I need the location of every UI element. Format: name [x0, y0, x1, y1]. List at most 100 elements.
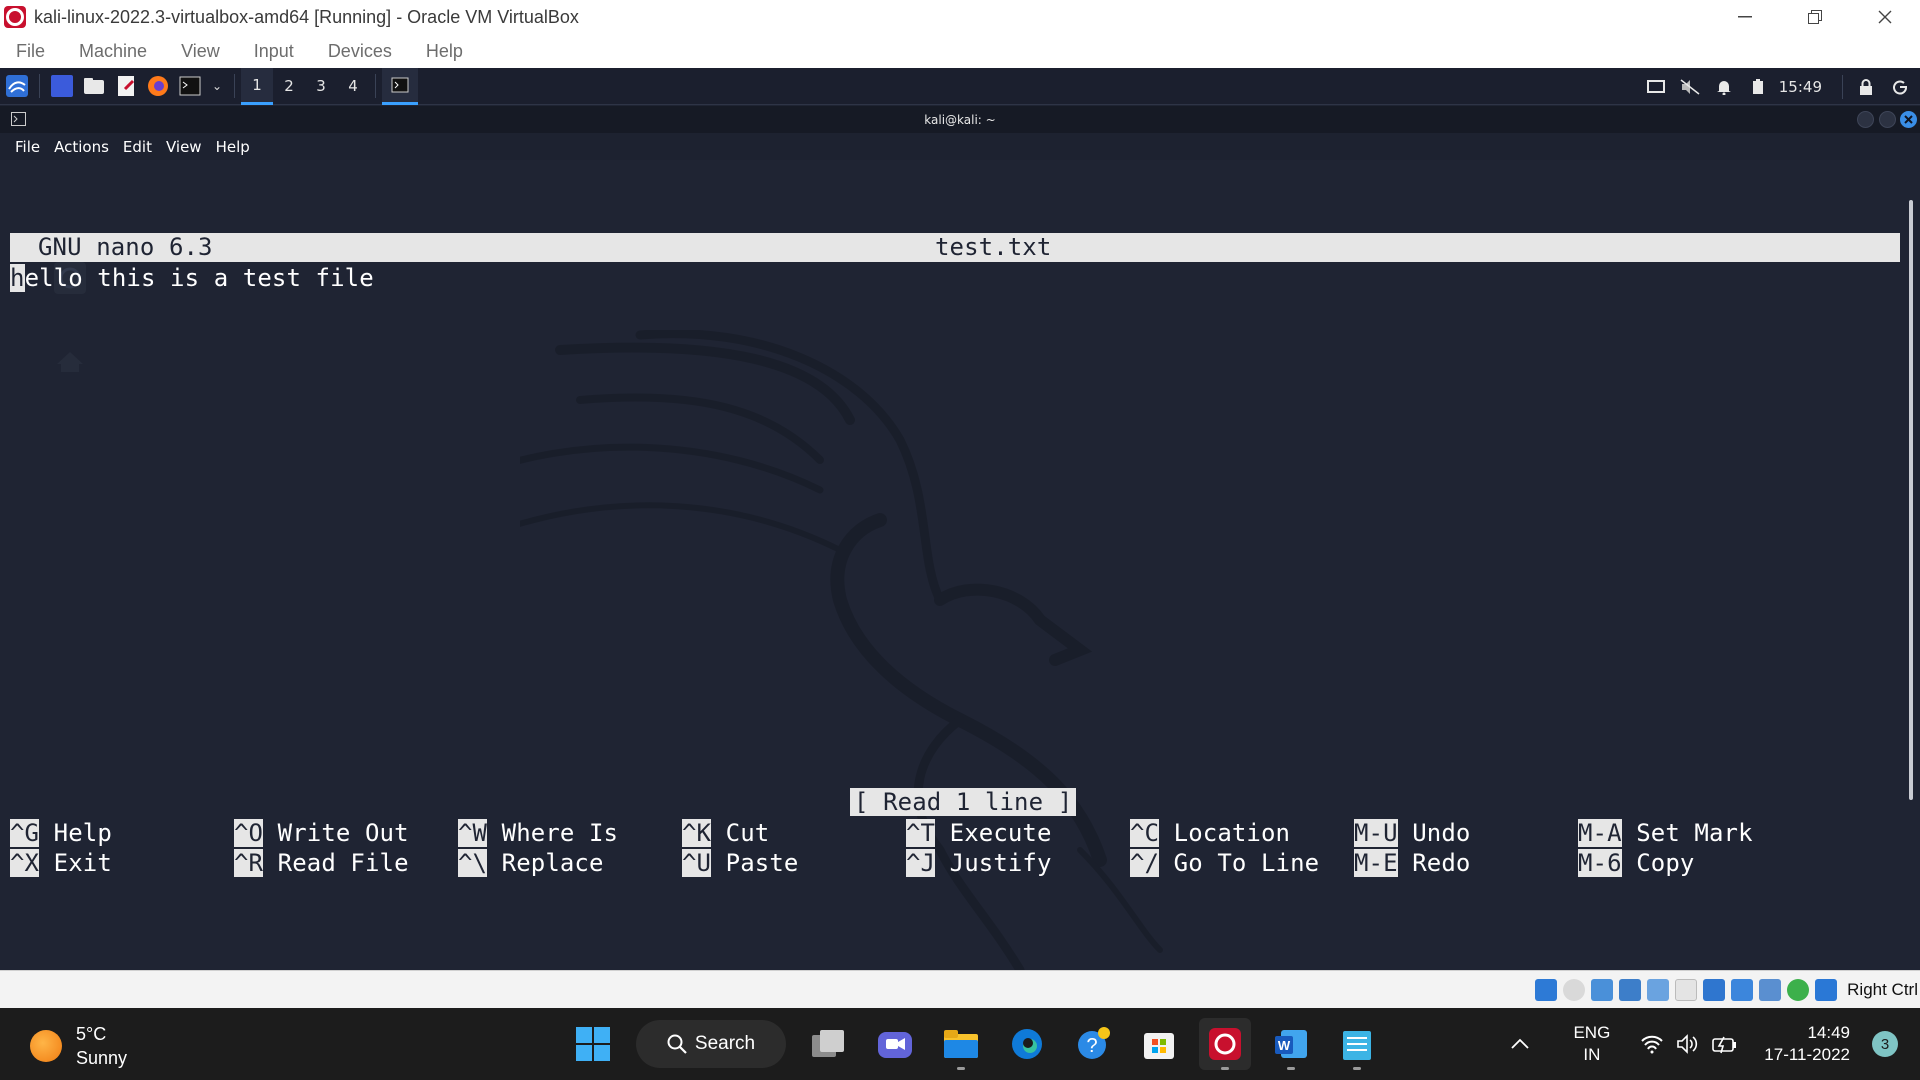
workspace-2[interactable]: 2: [273, 68, 305, 105]
kali-menu-icon[interactable]: [6, 75, 28, 97]
display-status-icon[interactable]: [1675, 979, 1697, 1001]
audio-status-icon[interactable]: [1535, 979, 1557, 1001]
terminal-menu-view[interactable]: View: [166, 138, 202, 156]
cpu-status-icon[interactable]: [1759, 979, 1781, 1001]
shortcut-redo: M-E Redo: [1354, 849, 1471, 877]
chevron-down-icon[interactable]: ⌄: [211, 75, 223, 97]
taskbar-terminal-window[interactable]: [382, 68, 418, 105]
shortcut-justify: ^J Justify: [906, 849, 1052, 877]
virtualization-icon[interactable]: [1731, 979, 1753, 1001]
battery-icon[interactable]: [1746, 75, 1770, 99]
close-icon: [1904, 115, 1913, 124]
word-button[interactable]: W: [1265, 1018, 1317, 1070]
terminal-scrollbar[interactable]: [1909, 200, 1913, 800]
minimize-icon: [1738, 16, 1752, 18]
menu-machine[interactable]: Machine: [79, 41, 147, 62]
shortcut-write-out: ^O Write Out: [234, 819, 409, 847]
panel-separator: [39, 74, 40, 98]
shortcut-go-to-line: ^/ Go To Line: [1130, 849, 1320, 877]
speaker-icon[interactable]: [1676, 1034, 1700, 1054]
virtualbox-taskbar-button[interactable]: [1199, 1018, 1251, 1070]
terminal-minimize-button[interactable]: [1857, 111, 1874, 128]
menu-file[interactable]: File: [16, 41, 45, 62]
workspace-3[interactable]: 3: [305, 68, 337, 105]
notepad-button[interactable]: [1331, 1018, 1383, 1070]
editor-line[interactable]: hello this is a test file: [10, 263, 374, 293]
edge-button[interactable]: [1001, 1018, 1053, 1070]
wifi-icon[interactable]: [1640, 1034, 1664, 1054]
notification-badge[interactable]: 3: [1872, 1031, 1898, 1057]
optical-drive-icon[interactable]: [1563, 979, 1585, 1001]
restore-button[interactable]: [1780, 0, 1850, 34]
file-explorer-button[interactable]: [935, 1018, 987, 1070]
panel-separator: [1842, 74, 1843, 99]
logout-icon[interactable]: [1888, 75, 1912, 99]
mouse-integration-icon[interactable]: [1787, 979, 1809, 1001]
shortcut-location: ^C Location: [1130, 819, 1291, 847]
clock-date: 17-11-2022: [1764, 1045, 1850, 1064]
terminal-close-button[interactable]: [1900, 111, 1917, 128]
microsoft-store-button[interactable]: [1133, 1018, 1185, 1070]
minimize-button[interactable]: [1710, 0, 1780, 34]
weather-widget[interactable]: 5°C Sunny: [30, 1022, 127, 1070]
battery-charging-icon[interactable]: [1712, 1034, 1738, 1054]
terminal-menu-help[interactable]: Help: [216, 138, 250, 156]
virtualbox-app-icon: [1209, 1028, 1241, 1060]
terminal-window-icon: [391, 77, 409, 92]
video-capture-icon[interactable]: [1703, 979, 1725, 1001]
terminal-menubar: File Actions Edit View Help: [0, 133, 1920, 160]
virtualbox-icon: [4, 6, 26, 28]
file-manager-icon[interactable]: [83, 75, 105, 97]
vbox-titlebar: kali-linux-2022.3-virtualbox-amd64 [Runn…: [0, 0, 1920, 34]
menu-devices[interactable]: Devices: [328, 41, 392, 62]
close-button[interactable]: [1850, 0, 1920, 34]
chevron-up-icon[interactable]: [1511, 1038, 1530, 1050]
terminal-menu-file[interactable]: File: [15, 138, 40, 156]
store-icon: [1144, 1033, 1174, 1059]
task-view-button[interactable]: [803, 1018, 855, 1070]
volume-muted-icon[interactable]: [1678, 75, 1702, 99]
terminal-body[interactable]: GNU nano 6.3 test.txt hello this is a te…: [0, 160, 1920, 970]
start-button[interactable]: [567, 1018, 619, 1070]
shortcut-where-is: ^W Where Is: [458, 819, 619, 847]
guest-screen: ⌄ 1 2 3 4 15:49 kali@kali: ~ File Action…: [0, 68, 1920, 970]
show-desktop-icon[interactable]: [51, 75, 73, 97]
terminal-titlebar[interactable]: kali@kali: ~: [0, 106, 1920, 133]
lock-screen-icon[interactable]: [1854, 75, 1878, 99]
terminal-menu-edit[interactable]: Edit: [123, 138, 152, 156]
shortcut-copy: M-6 Copy: [1578, 849, 1695, 877]
menu-view[interactable]: View: [181, 41, 220, 62]
firefox-icon[interactable]: [147, 75, 169, 97]
panel-clock[interactable]: 15:49: [1779, 78, 1822, 96]
get-help-button[interactable]: ?: [1067, 1018, 1119, 1070]
menu-help[interactable]: Help: [426, 41, 463, 62]
usb-status-icon[interactable]: [1591, 979, 1613, 1001]
taskbar-search[interactable]: Search: [636, 1020, 786, 1068]
terminal-launcher-icon[interactable]: [179, 75, 201, 97]
search-icon: [667, 1034, 687, 1054]
workspace-1[interactable]: 1: [241, 68, 273, 105]
terminal-menu-actions[interactable]: Actions: [54, 138, 109, 156]
terminal-maximize-button[interactable]: [1879, 111, 1896, 128]
running-indicator: [957, 1067, 965, 1070]
help-icon: ?: [1078, 1027, 1110, 1059]
network-status-icon[interactable]: [1619, 979, 1641, 1001]
input-language[interactable]: ENG IN: [1573, 1022, 1610, 1066]
taskbar-apps: Search ? W: [560, 1018, 1390, 1070]
system-tray: ENG IN 14:49 17-11-2022 3: [1511, 1008, 1920, 1080]
menu-input[interactable]: Input: [254, 41, 294, 62]
weather-temperature: 5°C: [76, 1024, 107, 1044]
workspace-4[interactable]: 4: [337, 68, 369, 105]
panel-tray: 15:49: [1639, 68, 1920, 105]
windows-taskbar: 5°C Sunny Search ? W ENG IN 14:49 17-11-…: [0, 1008, 1920, 1080]
keyboard-capture-icon[interactable]: [1815, 979, 1837, 1001]
shared-folders-icon[interactable]: [1647, 979, 1669, 1001]
nano-version: GNU nano 6.3: [38, 233, 213, 261]
shortcut-help: ^G Help: [10, 819, 112, 847]
display-icon[interactable]: [1644, 75, 1668, 99]
notification-bell-icon[interactable]: [1712, 75, 1736, 99]
taskbar-clock[interactable]: 14:49 17-11-2022: [1764, 1022, 1850, 1066]
text-editor-icon[interactable]: [115, 75, 137, 97]
teams-chat-button[interactable]: [869, 1018, 921, 1070]
edge-icon: [1012, 1029, 1042, 1059]
